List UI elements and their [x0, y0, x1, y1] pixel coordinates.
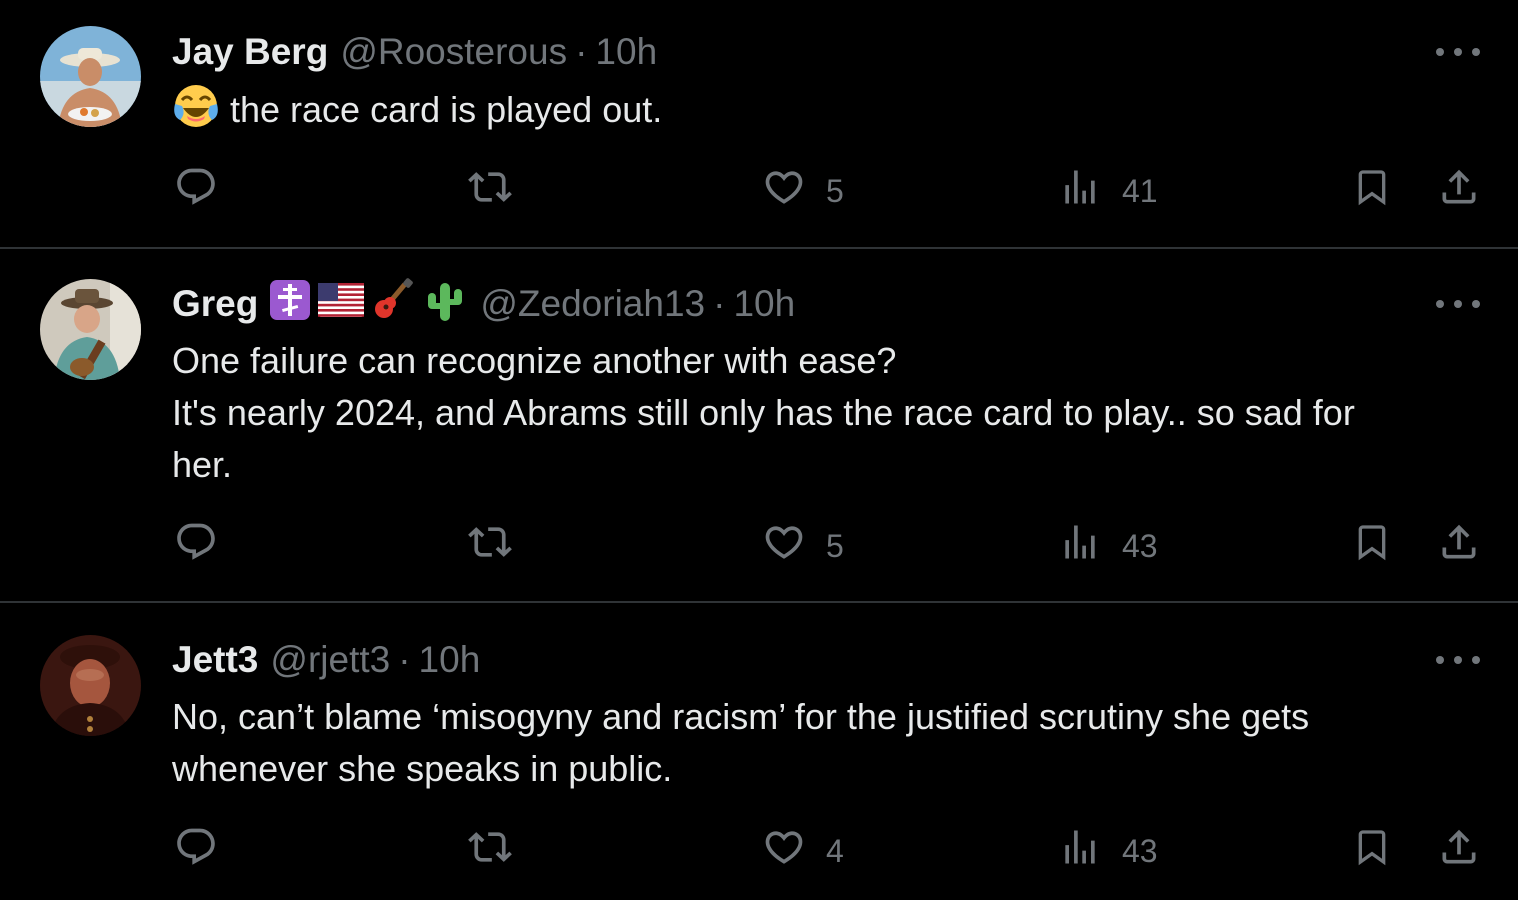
avatar[interactable] [40, 635, 141, 736]
share-button[interactable] [1437, 826, 1481, 876]
heart-icon [762, 165, 806, 217]
reply-icon [174, 520, 218, 572]
heart-icon [762, 520, 806, 572]
us-flag-emoji [318, 282, 365, 326]
name-emojis [268, 277, 468, 332]
display-name[interactable]: Jay Berg [172, 31, 328, 73]
like-count: 4 [826, 832, 844, 869]
analytics-icon [1058, 825, 1102, 877]
bookmark-icon [1352, 825, 1392, 877]
more-options-icon[interactable] [1436, 650, 1480, 670]
action-bar: 5 41 [0, 166, 1518, 216]
reply-button[interactable] [174, 521, 218, 571]
bookmark-icon [1352, 520, 1392, 572]
reply-button[interactable] [174, 826, 218, 876]
views-button[interactable]: 41 [1058, 166, 1158, 216]
tweet[interactable]: Greg @Zedoriah13 · 10h One failure can r… [0, 249, 1518, 603]
cactus-emoji [422, 277, 468, 332]
retweet-button[interactable] [468, 166, 512, 216]
retweet-icon [468, 165, 512, 217]
views-button[interactable]: 43 [1058, 826, 1158, 876]
timestamp[interactable]: 10h [419, 639, 481, 681]
view-count: 43 [1122, 527, 1158, 564]
share-icon [1437, 520, 1481, 572]
more-options-icon[interactable] [1436, 294, 1480, 314]
avatar[interactable] [40, 26, 141, 127]
tweet-text-line: No, can’t blame ‘misogyny and racism’ fo… [172, 696, 1310, 737]
reply-icon [174, 825, 218, 877]
user-handle[interactable]: @Roosterous [340, 31, 567, 73]
retweet-button[interactable] [468, 521, 512, 571]
orthodox-cross-emoji [268, 278, 312, 331]
user-handle[interactable]: @Zedoriah13 [480, 283, 705, 325]
separator: · [398, 639, 411, 680]
like-button[interactable]: 5 [762, 166, 844, 216]
user-handle[interactable]: @rjett3 [270, 639, 390, 681]
retweet-button[interactable] [468, 826, 512, 876]
tweet[interactable]: Jett3 @rjett3 · 10h No, can’t blame ‘mis… [0, 603, 1518, 900]
view-count: 41 [1122, 172, 1158, 209]
more-options-icon[interactable] [1436, 42, 1480, 62]
share-icon [1437, 825, 1481, 877]
view-count: 43 [1122, 832, 1158, 869]
display-name[interactable]: Jett3 [172, 639, 258, 681]
tweet-text-line: One failure can recognize another with e… [172, 340, 897, 381]
share-icon [1437, 165, 1481, 217]
bookmark-button[interactable] [1352, 166, 1392, 216]
tweet-text-line: the race card is played out. [230, 89, 663, 130]
action-bar: 5 43 [0, 521, 1518, 571]
like-button[interactable]: 5 [762, 521, 844, 571]
like-count: 5 [826, 172, 844, 209]
reply-button[interactable] [174, 166, 218, 216]
tweet-text-line: It's nearly 2024, and Abrams still only … [172, 392, 1355, 433]
views-button[interactable]: 43 [1058, 521, 1158, 571]
tweet-header: Greg @Zedoriah13 · 10h [172, 277, 1458, 332]
separator: · [575, 31, 588, 72]
retweet-icon [468, 825, 512, 877]
tweet-text-line: whenever she speaks in public. [172, 748, 673, 789]
tweet[interactable]: Jay Berg @Roosterous · 10h the race card… [0, 0, 1518, 249]
share-button[interactable] [1437, 166, 1481, 216]
avatar[interactable] [40, 279, 141, 380]
bookmark-button[interactable] [1352, 521, 1392, 571]
tweet-header: Jay Berg @Roosterous · 10h [172, 27, 1458, 77]
tweet-text: No, can’t blame ‘misogyny and racism’ fo… [172, 691, 1478, 795]
timestamp[interactable]: 10h [595, 31, 657, 73]
tweet-text-line: her. [172, 444, 233, 485]
like-count: 5 [826, 527, 844, 564]
tears-of-joy-emoji [172, 82, 220, 144]
like-button[interactable]: 4 [762, 826, 844, 876]
analytics-icon [1058, 165, 1102, 217]
tweet-text: the race card is played out. [172, 82, 1478, 144]
heart-icon [762, 825, 806, 877]
timestamp[interactable]: 10h [733, 283, 795, 325]
guitar-emoji [370, 277, 416, 332]
bookmark-button[interactable] [1352, 826, 1392, 876]
separator: · [713, 283, 726, 324]
share-button[interactable] [1437, 521, 1481, 571]
analytics-icon [1058, 520, 1102, 572]
tweet-header: Jett3 @rjett3 · 10h [172, 635, 1458, 685]
bookmark-icon [1352, 165, 1392, 217]
retweet-icon [468, 520, 512, 572]
action-bar: 4 43 [0, 826, 1518, 876]
reply-icon [174, 165, 218, 217]
tweet-text: One failure can recognize another with e… [172, 335, 1478, 491]
display-name[interactable]: Greg [172, 283, 258, 325]
